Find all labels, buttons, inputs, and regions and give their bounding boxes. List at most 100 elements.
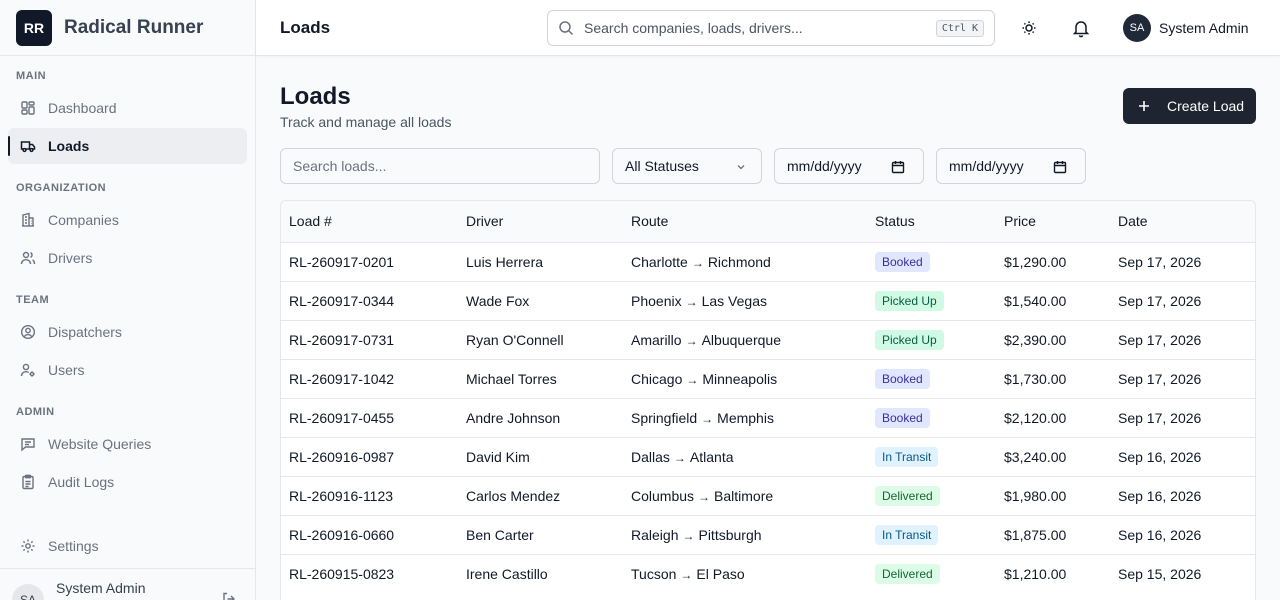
calendar-icon[interactable] — [891, 160, 905, 174]
sidebar-user[interactable]: SA System Admin — [0, 568, 255, 600]
global-search[interactable]: Ctrl K — [547, 10, 995, 46]
section-label-organization: ORGANIZATION — [16, 182, 107, 194]
route-arrow: → — [686, 372, 699, 387]
route-destination: Memphis — [717, 409, 774, 426]
sidebar-item-dashboard[interactable]: Dashboard — [8, 90, 247, 126]
price: $1,210.00 — [1004, 565, 1067, 582]
price: $2,120.00 — [1004, 409, 1067, 426]
sidebar-item-users[interactable]: Users — [8, 352, 247, 388]
column-header-date[interactable]: Date — [1110, 201, 1255, 242]
route: Tucson → El Paso — [623, 554, 867, 593]
status-badge: Booked — [875, 407, 930, 428]
status-badge: In Transit — [875, 446, 939, 467]
sidebar-item-label: Dashboard — [48, 100, 117, 116]
route-origin: Chicago — [631, 370, 683, 387]
route-arrow: → — [680, 567, 693, 582]
load-search-input[interactable] — [293, 158, 587, 174]
status-badge: Delivered — [875, 563, 940, 584]
table-row[interactable]: RL-260917-1042 Michael Torres Chicago → Minn… — [281, 359, 1255, 398]
route: Phoenix → Las Vegas — [623, 281, 867, 320]
sun-icon[interactable] — [1019, 18, 1039, 38]
status-badge: Picked Up — [875, 290, 944, 311]
column-header-price[interactable]: Price — [996, 201, 1110, 242]
route: Raleigh → Pittsburgh — [623, 515, 867, 554]
page-subtitle: Track and manage all loads — [280, 114, 452, 130]
create-load-button[interactable]: Create Load — [1123, 88, 1256, 124]
price: $3,240.00 — [1004, 448, 1067, 465]
section-label-admin: ADMIN — [16, 406, 55, 418]
status-badge: Picked Up — [875, 329, 944, 350]
sidebar-item-settings[interactable]: Settings — [8, 528, 247, 564]
status-filter[interactable]: All Statuses — [612, 148, 762, 184]
table-row[interactable]: RL-260916-0987 David Kim Dallas → Atlanta In … — [281, 437, 1255, 476]
bell-icon[interactable] — [1071, 18, 1091, 38]
brand[interactable]: RR Radical Runner — [0, 0, 255, 56]
route-destination: Pittsburgh — [698, 526, 762, 543]
sidebar-item-website-queries[interactable]: Website Queries — [8, 426, 247, 462]
route-destination: Baltimore — [714, 487, 774, 504]
status-cell: Picked Up — [867, 281, 996, 320]
column-header-route[interactable]: Route — [623, 201, 867, 242]
table-row[interactable]: RL-260915-0823 Irene Castillo Tucson → El Pa… — [281, 554, 1255, 593]
route-arrow: → — [698, 489, 711, 504]
sidebar-item-audit-logs[interactable]: Audit Logs — [8, 464, 247, 500]
global-search-input[interactable] — [584, 20, 936, 36]
table-body: RL-260917-0201 Luis Herrera Charlotte → Rich… — [281, 242, 1255, 593]
route-origin: Dallas — [631, 448, 670, 465]
date-from-field[interactable]: mm/dd/yyyy — [774, 148, 924, 184]
table-row[interactable]: RL-260917-0455 Andre Johnson Springfield → M… — [281, 398, 1255, 437]
column-header-status[interactable]: Status — [867, 201, 996, 242]
date: Sep 16, 2026 — [1118, 526, 1202, 543]
route-destination: Minneapolis — [702, 370, 778, 387]
sidebar-item-label: Settings — [48, 538, 99, 554]
route-arrow: → — [691, 255, 704, 270]
sidebar-item-drivers[interactable]: Drivers — [8, 240, 247, 276]
date-from-value: mm/dd/yyyy — [787, 158, 862, 174]
table-row[interactable]: RL-260916-1123 Carlos Mendez Columbus → Balt… — [281, 476, 1255, 515]
date: Sep 16, 2026 — [1118, 448, 1202, 465]
sidebar-item-loads[interactable]: Loads — [8, 128, 247, 164]
user-menu[interactable]: SA System Admin — [1123, 14, 1248, 42]
route-destination: El Paso — [696, 565, 745, 582]
sidebar-item-companies[interactable]: Companies — [8, 202, 247, 238]
brand-logo: RR — [16, 9, 52, 46]
calendar-icon[interactable] — [1053, 160, 1067, 174]
sidebar-user-name: System Admin — [56, 579, 146, 596]
driver-name: Michael Torres — [466, 370, 557, 387]
driver-name: Wade Fox — [466, 292, 530, 309]
driver-name: Carlos Mendez — [466, 487, 561, 504]
table-row[interactable]: RL-260917-0344 Wade Fox Phoenix → Las Vegas P… — [281, 281, 1255, 320]
brand-name: Radical Runner — [64, 16, 204, 38]
table-row[interactable]: RL-260917-0731 Ryan O'Connell Amarillo → Alb… — [281, 320, 1255, 359]
building-icon — [22, 212, 34, 227]
load-id: RL-260916-1123 — [289, 487, 394, 504]
logout-icon[interactable] — [221, 591, 237, 600]
route: Dallas → Atlanta — [623, 437, 867, 476]
table-row[interactable]: RL-260917-0201 Luis Herrera Charlotte → Rich… — [281, 242, 1255, 281]
sidebar-item-dispatchers[interactable]: Dispatchers — [8, 314, 247, 350]
gear-icon — [21, 539, 35, 553]
status-cell: Booked — [867, 359, 996, 398]
sidebar-item-label: Users — [48, 362, 85, 378]
status-cell: Picked Up — [867, 320, 996, 359]
loads-table: Load # Driver Route Status Price Date RL… — [280, 200, 1256, 600]
load-search[interactable] — [280, 148, 600, 184]
driver-name: Ben Carter — [466, 526, 534, 543]
date-to-value: mm/dd/yyyy — [949, 158, 1024, 174]
chevron-down-icon — [737, 165, 745, 170]
route-origin: Tucson — [631, 565, 677, 582]
column-header-driver[interactable]: Driver — [458, 201, 623, 242]
table-row[interactable]: RL-260916-0660 Ben Carter Raleigh → Pittsbur… — [281, 515, 1255, 554]
sidebar-item-label: Audit Logs — [48, 474, 115, 490]
column-header-load[interactable]: Load # — [281, 201, 458, 242]
load-id: RL-260915-0823 — [289, 565, 395, 582]
route: Chicago → Minneapolis — [623, 359, 867, 398]
table-header-row: Load # Driver Route Status Price Date — [281, 201, 1255, 242]
status-cell: In Transit — [867, 515, 996, 554]
topbar-title: Loads — [280, 18, 331, 37]
date-to-field[interactable]: mm/dd/yyyy — [936, 148, 1086, 184]
route: Amarillo → Albuquerque — [623, 320, 867, 359]
route-origin: Amarillo — [631, 331, 682, 348]
price: $1,290.00 — [1004, 253, 1067, 270]
route-destination: Atlanta — [689, 448, 734, 465]
